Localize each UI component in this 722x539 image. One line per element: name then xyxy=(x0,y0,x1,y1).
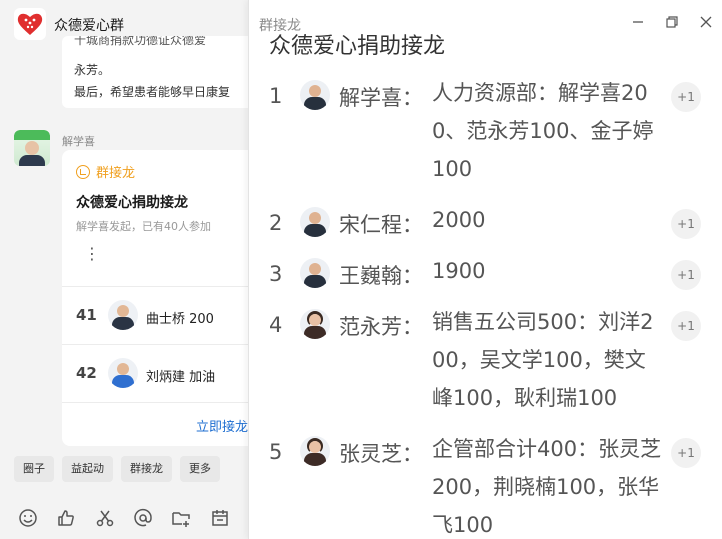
entry-index: 4 xyxy=(269,313,283,337)
thumbs-up-icon[interactable] xyxy=(56,506,94,530)
avatar xyxy=(108,358,138,388)
restore-icon[interactable] xyxy=(664,14,680,30)
quick-action-more[interactable]: 更多 xyxy=(180,456,220,482)
chain-entry: 1 解学喜： 人力资源部：解学喜200、范永芳100、金子婷100 +1 xyxy=(249,80,722,190)
plus-one-button[interactable]: +1 xyxy=(671,82,701,112)
chat-window: 众德爱心群 十城商捐款功德证众德爱 永芳。 最后，希望患者能够早日康复 解学喜 … xyxy=(0,0,248,539)
heart-logo-icon xyxy=(17,13,43,35)
input-toolbar xyxy=(0,496,248,539)
sender-name: 解学喜 xyxy=(62,135,95,148)
entry-content: 销售五公司500：刘洋200，吴文学100，樊文峰100，耿利瑞100 xyxy=(432,310,654,410)
chain-entry: 2 宋仁程： 2000 +1 xyxy=(249,207,722,247)
row-number: 42 xyxy=(76,364,97,382)
join-chain-link[interactable]: 立即接龙 xyxy=(196,416,248,435)
message-line: 永芳。 xyxy=(74,63,111,77)
entry-index: 3 xyxy=(269,262,283,286)
row-number: 41 xyxy=(76,306,97,324)
entry-name: 王巍翰： xyxy=(339,264,423,288)
chain-icon xyxy=(76,164,90,179)
previous-message[interactable]: 十城商捐款功德证众德爱 永芳。 最后，希望患者能够早日康复 xyxy=(62,36,248,108)
card-row: 41 曲士桥 200 xyxy=(62,288,248,344)
plus-one-button[interactable]: +1 xyxy=(671,311,701,341)
entry-name: 宋仁程： xyxy=(339,213,423,237)
chain-entry: 4 范永芳： 销售五公司500：刘洋200，吴文学100，樊文峰100，耿利瑞1… xyxy=(249,309,722,419)
divider xyxy=(62,286,248,287)
avatar xyxy=(108,300,138,330)
entry-index: 1 xyxy=(269,84,283,108)
quick-action-yiqidong[interactable]: 益起动 xyxy=(62,456,113,482)
app-window: 众德爱心群 十城商捐款功德证众德爱 永芳。 最后，希望患者能够早日康复 解学喜 … xyxy=(0,0,722,539)
more-icon[interactable]: ⋮ xyxy=(84,246,100,262)
entry-name: 范永芳： xyxy=(339,315,423,339)
close-icon[interactable] xyxy=(698,14,714,30)
chain-entry: 5 张灵芝： 企管部合计400：张灵芝200，荆晓楠100，张华飞100 +1 xyxy=(249,436,722,539)
window-controls xyxy=(630,14,714,30)
card-tag: 群接龙 xyxy=(76,162,135,181)
group-avatar[interactable] xyxy=(14,8,46,40)
group-title: 众德爱心群 xyxy=(54,18,124,34)
quick-action-chain[interactable]: 群接龙 xyxy=(121,456,172,482)
plus-one-button[interactable]: +1 xyxy=(671,260,701,290)
panel-title: 群接龙 xyxy=(259,18,301,34)
chain-entry: 3 王巍翰： 1900 +1 xyxy=(249,258,722,298)
plus-one-button[interactable]: +1 xyxy=(671,438,701,468)
entry-content: 1900 xyxy=(432,259,486,283)
divider xyxy=(62,402,248,403)
quick-action-circle[interactable]: 圈子 xyxy=(14,456,54,482)
row-text: 刘炳建 加油 xyxy=(146,370,216,385)
avatar xyxy=(300,207,330,237)
entry-index: 2 xyxy=(269,211,283,235)
emoji-icon[interactable] xyxy=(18,506,56,530)
divider xyxy=(62,344,248,345)
row-text: 曲士桥 200 xyxy=(146,312,214,327)
message-line: 最后，希望患者能够早日康复 xyxy=(74,85,231,99)
entry-index: 5 xyxy=(269,440,283,464)
mention-icon[interactable] xyxy=(133,506,171,530)
avatar xyxy=(300,309,330,339)
entry-content: 企管部合计400：张灵芝200，荆晓楠100，张华飞100 xyxy=(432,437,662,537)
folder-add-icon[interactable] xyxy=(171,506,209,530)
entry-name: 解学喜： xyxy=(339,86,423,110)
quick-actions: 圈子 益起动 群接龙 更多 xyxy=(14,456,220,482)
calendar-icon[interactable] xyxy=(210,506,248,530)
card-title: 众德爱心捐助接龙 xyxy=(76,195,188,211)
plus-one-button[interactable]: +1 xyxy=(671,209,701,239)
avatar xyxy=(300,436,330,466)
sender-avatar[interactable] xyxy=(14,130,50,166)
message-line: 十城商捐款功德证众德爱 xyxy=(74,36,207,47)
entry-content: 2000 xyxy=(432,208,486,232)
card-tag-label: 群接龙 xyxy=(96,166,136,181)
entry-content: 人力资源部：解学喜200、范永芳100、金子婷100 xyxy=(432,81,654,181)
chain-card[interactable]: 群接龙 众德爱心捐助接龙 解学喜发起，已有40人参加 ⋮ 41 曲士桥 200 … xyxy=(62,150,248,446)
card-subtitle: 解学喜发起，已有40人参加 xyxy=(76,220,211,233)
card-row: 42 刘炳建 加油 xyxy=(62,346,248,402)
scissors-icon[interactable] xyxy=(95,506,133,530)
chain-panel: 群接龙 众德爱心捐助接龙 1 解学喜： 人力资源部：解学喜200、范永芳100、… xyxy=(248,0,722,539)
entry-name: 张灵芝： xyxy=(339,442,423,466)
avatar xyxy=(300,80,330,110)
avatar xyxy=(300,258,330,288)
minimize-icon[interactable] xyxy=(630,14,646,30)
